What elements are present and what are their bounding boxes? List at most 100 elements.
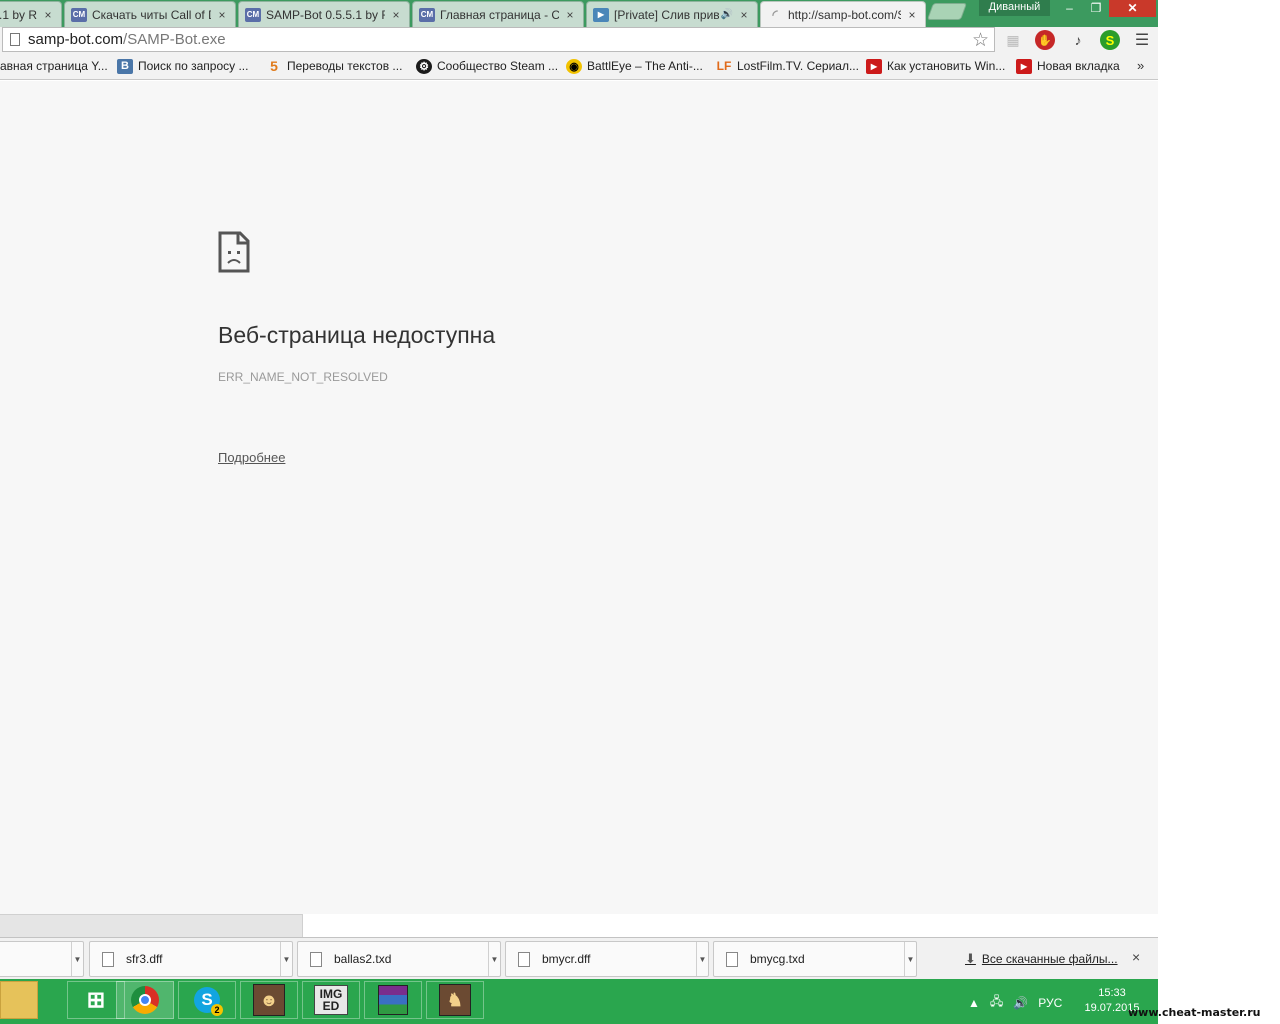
file-explorer-icon[interactable] (0, 981, 38, 1019)
cm-favicon-icon: CM (419, 7, 435, 22)
download-item[interactable]: ballas2.txd ▼ (297, 941, 501, 977)
skype-icon[interactable]: S 2 (178, 981, 236, 1019)
network-icon[interactable]: 🖧 (990, 992, 1003, 1013)
close-tab-icon[interactable]: × (389, 8, 403, 22)
gta-character-icon[interactable]: ♞ (426, 981, 484, 1019)
close-tab-icon[interactable]: × (41, 8, 55, 22)
download-item[interactable]: bmycr.dff ▼ (505, 941, 709, 977)
watermark: www.cheat-master.ru (1128, 1006, 1261, 1019)
toolbar: samp-bot.com/SAMP-Bot.exe ☆ ▦ ✋ ♪ S ☰ (0, 27, 1158, 53)
battleye-icon: ◉ (566, 58, 582, 74)
bookmark-main-page[interactable]: авная страница Y... (0, 57, 108, 75)
tab-samp-bot-partial[interactable]: .1 by R × (0, 1, 62, 27)
file-icon (102, 951, 114, 967)
tab-title: [Private] Слив прив (614, 7, 719, 22)
language-indicator[interactable]: РУС (1038, 996, 1062, 1010)
tab-title: SAMP-Bot 0.5.5.1 by R (266, 7, 385, 22)
page-icon (10, 33, 20, 46)
s-extension-icon[interactable]: S (1100, 30, 1120, 50)
bookmark-steam-community[interactable]: ⚙ Сообщество Steam ... (416, 57, 558, 75)
new-tab-button[interactable] (926, 3, 968, 20)
download-item[interactable]: bmycg.txd ▼ (713, 941, 917, 977)
volume-icon[interactable]: 🔊 (1013, 996, 1028, 1010)
loading-spinner-icon: ◜ (772, 6, 778, 22)
bookmark-label: Новая вкладка (1037, 59, 1120, 73)
close-tab-icon[interactable]: × (215, 8, 229, 22)
tab-private-leak[interactable]: ▶ [Private] Слив прив 🔊 × (586, 1, 758, 27)
error-page: Веб-страница недоступна ERR_NAME_NOT_RES… (0, 81, 1158, 914)
address-bar[interactable]: samp-bot.com/SAMP-Bot.exe ☆ (2, 27, 995, 52)
winrar-icon[interactable] (364, 981, 422, 1019)
tab-title: Скачать читы Call of D (92, 7, 211, 22)
bookmark-translations[interactable]: 5 Переводы текстов ... (266, 57, 402, 75)
maximize-button[interactable]: ❐ (1083, 0, 1109, 17)
youtube-icon: ▶ (866, 58, 882, 74)
close-tab-icon[interactable]: × (737, 8, 751, 22)
gta-san-andreas-icon[interactable]: ☻ (240, 981, 298, 1019)
menu-icon[interactable]: ☰ (1132, 30, 1152, 50)
tab-title: http://samp-bot.com/S (788, 7, 901, 22)
tab-cheats-call-of-duty[interactable]: CM Скачать читы Call of D × (64, 1, 236, 27)
bookmark-lostfilm[interactable]: LF LostFilm.TV. Сериал... (716, 57, 859, 75)
error-code: ERR_NAME_NOT_RESOLVED (218, 370, 388, 384)
sad-page-icon (218, 231, 250, 273)
close-tab-icon[interactable]: × (905, 8, 919, 22)
download-item[interactable]: ▼ (0, 941, 84, 977)
close-shelf-icon[interactable]: × (1132, 949, 1140, 965)
vk-icon: B (117, 58, 133, 74)
details-link[interactable]: Подробнее (218, 450, 285, 465)
chevron-down-icon[interactable]: ▼ (280, 942, 292, 976)
tab-samp-bot-com-active[interactable]: ◜ http://samp-bot.com/S × (760, 1, 926, 27)
url-path: /SAMP-Bot.exe (123, 31, 226, 48)
cm-favicon-icon: CM (245, 7, 261, 22)
download-filename: sfr3.dff (126, 952, 163, 966)
error-title: Веб-страница недоступна (218, 322, 496, 348)
profile-button[interactable]: Диванный (979, 0, 1050, 16)
all-downloads-link[interactable]: ⬇ Все скачанные файлы... (965, 951, 1118, 967)
star-icon[interactable]: ☆ (972, 29, 989, 52)
download-filename: bmycg.txd (750, 952, 805, 966)
close-tab-icon[interactable]: × (563, 8, 577, 22)
bookmark-search[interactable]: B Поиск по запросу ... (117, 57, 248, 75)
bookmark-new-tab[interactable]: ▶ Новая вкладка (1016, 57, 1120, 75)
bookmark-label: Переводы текстов ... (287, 59, 403, 73)
audio-playing-icon[interactable]: 🔊 (721, 9, 733, 20)
img-editor-icon[interactable]: IMG ED (302, 981, 360, 1019)
url-host: samp-bot.com (28, 31, 124, 48)
file-icon (726, 951, 738, 967)
tab-main-page[interactable]: CM Главная страница - C × (412, 1, 584, 27)
chevron-down-icon[interactable]: ▼ (696, 942, 708, 976)
ghost-extension-icon[interactable]: ▦ (1003, 30, 1023, 50)
show-hidden-icons-icon[interactable]: ▲ (968, 996, 980, 1010)
tab-title: Главная страница - C (440, 7, 559, 22)
bookmark-battleye[interactable]: ◉ BattlEye – The Anti-... (566, 57, 703, 75)
download-filename: bmycr.dff (542, 952, 591, 966)
bookmark-label: Как установить Win... (887, 59, 1006, 73)
browser-window: .1 by R × CM Скачать читы Call of D × CM… (0, 0, 1158, 1024)
bookmark-label: LostFilm.TV. Сериал... (737, 59, 859, 73)
tab-strip: .1 by R × CM Скачать читы Call of D × CM… (0, 0, 1158, 27)
adblock-icon[interactable]: ✋ (1035, 30, 1055, 50)
chevron-down-icon[interactable]: ▼ (488, 942, 500, 976)
system-tray: ▲ 🖧 🔊 РУС (968, 992, 1062, 1013)
bookmarks-overflow-button[interactable]: » (1137, 58, 1144, 73)
chevron-down-icon[interactable]: ▼ (904, 942, 916, 976)
bookmark-install-windows[interactable]: ▶ Как установить Win... (866, 57, 1005, 75)
download-item[interactable]: sfr3.dff ▼ (89, 941, 293, 977)
download-filename: ballas2.txd (334, 952, 392, 966)
chrome-icon[interactable] (116, 981, 174, 1019)
clock-time: 15:33 (1098, 987, 1126, 999)
bookmark-label: BattlEye – The Anti-... (587, 59, 703, 73)
close-window-button[interactable]: ✕ (1109, 0, 1156, 17)
steam-icon: ⚙ (416, 58, 432, 74)
download-arrow-icon: ⬇ (965, 951, 976, 966)
all-downloads-label: Все скачанные файлы... (981, 952, 1118, 966)
bookmark-label: Поиск по запросу ... (138, 59, 249, 73)
tab-samp-bot[interactable]: CM SAMP-Bot 0.5.5.1 by R × (238, 1, 410, 27)
music-extension-icon[interactable]: ♪ (1068, 30, 1088, 50)
tab-title: .1 by R (0, 7, 37, 22)
youtube-icon: ▶ (1016, 58, 1032, 74)
chevron-down-icon[interactable]: ▼ (71, 942, 83, 976)
minimize-button[interactable]: – (1056, 0, 1083, 17)
file-icon (310, 951, 322, 967)
